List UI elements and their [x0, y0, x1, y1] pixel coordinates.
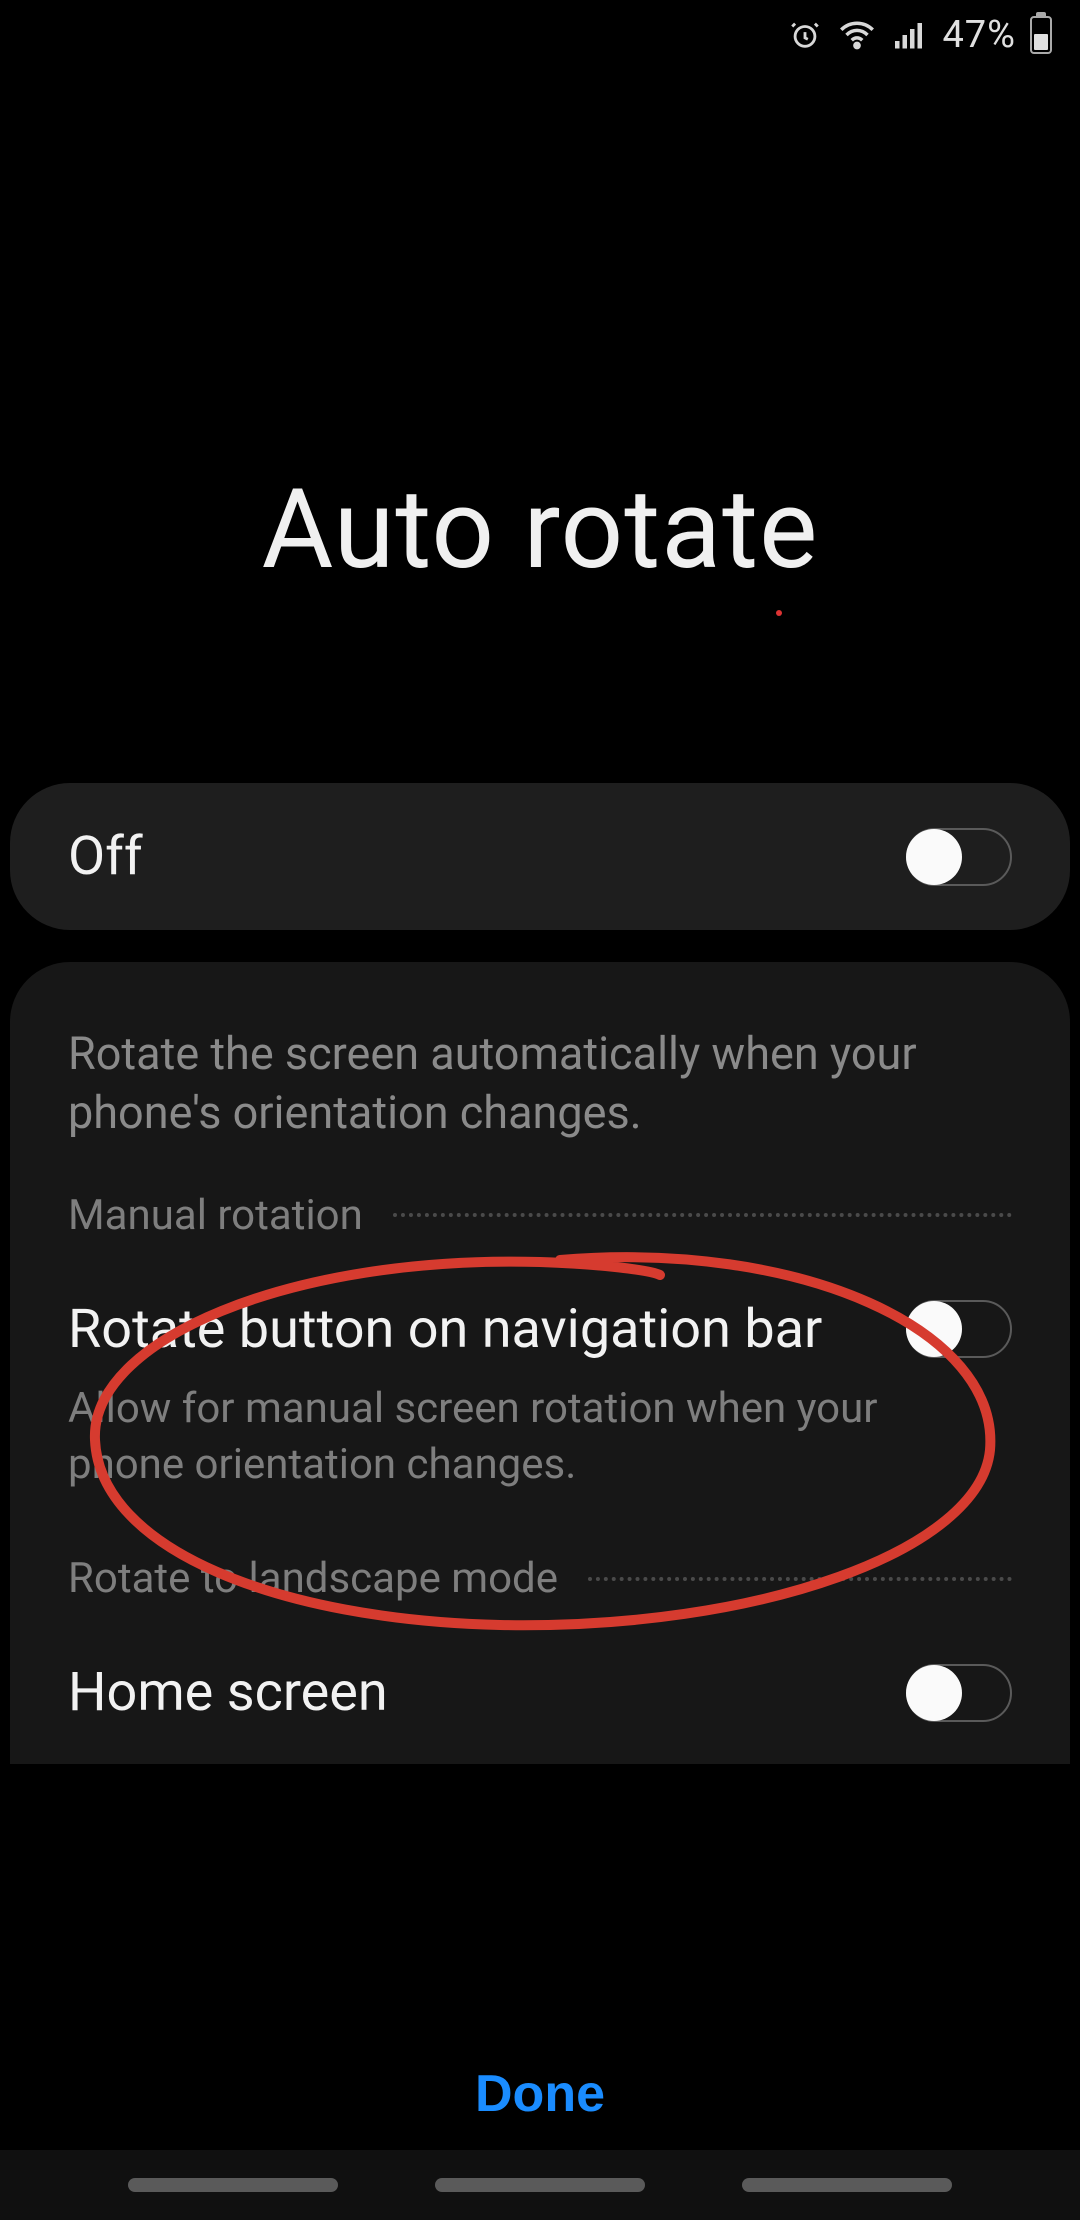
navigation-bar: [0, 2150, 1080, 2220]
auto-rotate-description: Rotate the screen automatically when you…: [68, 1024, 1012, 1143]
page-title: Auto rotate: [0, 465, 1080, 594]
alarm-icon: [788, 18, 822, 52]
nav-recents-button[interactable]: [128, 2178, 338, 2192]
home-screen-title: Home screen: [68, 1661, 388, 1724]
master-toggle-label: Off: [68, 825, 143, 888]
wifi-icon: [836, 14, 878, 56]
done-bar: Done: [0, 2064, 1080, 2124]
home-screen-row[interactable]: Home screen: [68, 1641, 1012, 1764]
done-button[interactable]: Done: [475, 2064, 605, 2124]
rotate-button-nav-bar-row[interactable]: Rotate button on navigation bar: [68, 1278, 1012, 1371]
master-toggle-row[interactable]: Off: [10, 783, 1070, 930]
rotate-button-nav-bar-title: Rotate button on navigation bar: [68, 1298, 822, 1361]
signal-icon: [892, 17, 928, 53]
section-header-landscape-mode: Rotate to landscape mode: [68, 1554, 1012, 1603]
status-bar: 47%: [0, 0, 1080, 70]
nav-home-button[interactable]: [435, 2178, 645, 2192]
battery-percentage: 47%: [942, 13, 1016, 57]
settings-panel: Rotate the screen automatically when you…: [10, 962, 1070, 1764]
section-header-manual-rotation: Manual rotation: [68, 1191, 1012, 1240]
battery-icon: [1030, 16, 1052, 54]
rotate-button-nav-bar-toggle[interactable]: [906, 1300, 1012, 1358]
nav-back-button[interactable]: [742, 2178, 952, 2192]
master-toggle-switch[interactable]: [906, 828, 1012, 886]
home-screen-toggle[interactable]: [906, 1664, 1012, 1722]
rotate-button-nav-bar-subtitle: Allow for manual screen rotation when yo…: [68, 1381, 968, 1494]
annotation-dot: [776, 610, 782, 616]
